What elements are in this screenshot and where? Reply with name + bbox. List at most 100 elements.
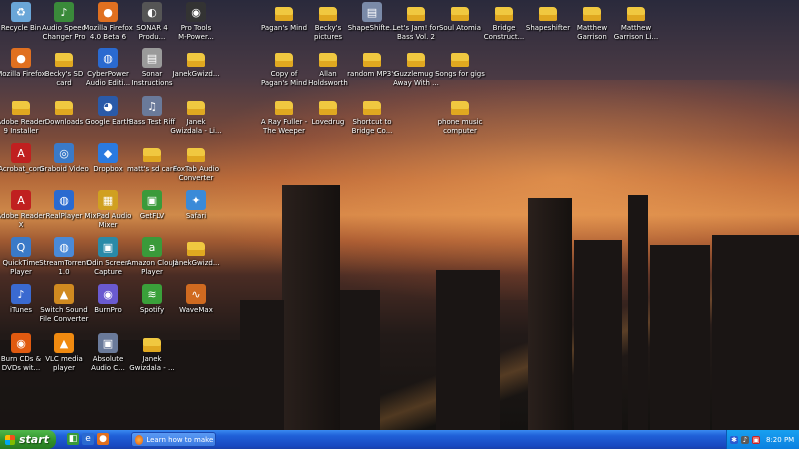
desktop-icon-label: JanekGwizd... <box>172 70 220 78</box>
folder-shape <box>187 147 205 162</box>
folder-icon <box>450 96 470 116</box>
document-icon: ▤ <box>142 48 162 68</box>
folder-shape <box>451 52 469 67</box>
absolute-audio-icon: ▣ <box>98 333 118 353</box>
folder-shape <box>275 52 293 67</box>
desktop-icon[interactable]: FoxTab Audio Converter <box>166 143 226 183</box>
adobe-reader-icon: A <box>11 190 31 210</box>
dropbox-icon: ◆ <box>98 143 118 163</box>
odin-icon: ▣ <box>98 237 118 257</box>
folder-shape <box>143 337 161 352</box>
folder-icon <box>186 96 206 116</box>
desktop-icon[interactable]: Janek Gwizdala - ... <box>122 333 182 373</box>
folder-shape <box>407 6 425 21</box>
desktop-icon-label: Janek Gwizdala - Li... <box>170 118 222 135</box>
getflv-icon: ▣ <box>142 190 162 210</box>
desktop-icon[interactable]: JanekGwizd... <box>166 48 226 79</box>
wallpaper-tower-far <box>628 195 648 430</box>
folder-icon <box>318 48 338 68</box>
desktop-icon[interactable]: Songs for gigs <box>430 48 490 79</box>
internet-explorer-icon[interactable]: e <box>82 433 94 445</box>
desktop-icon-label: Pro Tools M-Power... <box>178 24 214 41</box>
volume-icon[interactable]: ♪ <box>741 435 749 444</box>
folder-shape <box>187 241 205 256</box>
wallpaper-tower-right <box>528 198 572 430</box>
streamtorrent-icon: ◍ <box>54 237 74 257</box>
itunes-icon: ♪ <box>11 284 31 304</box>
firefox-icon: ● <box>98 2 118 22</box>
desktop-icon[interactable]: ✦ Safari <box>166 190 226 221</box>
document-icon: ▤ <box>362 2 382 22</box>
desktop-icon-label: WaveMax <box>179 306 213 314</box>
folder-shape <box>583 6 601 21</box>
wallpaper-building <box>340 290 380 430</box>
switch-icon: ▲ <box>54 284 74 304</box>
folder-shape <box>319 6 337 21</box>
network-icon[interactable]: ▣ <box>752 435 760 444</box>
folder-shape <box>451 6 469 21</box>
desktop-icon[interactable]: Janek Gwizdala - Li... <box>166 96 226 136</box>
desktop-icon[interactable]: phone music computer <box>430 96 490 136</box>
show-desktop-icon[interactable]: ◧ <box>67 433 79 445</box>
vlc-icon: ▲ <box>54 333 74 353</box>
desktop-icon[interactable]: ◉ Pro Tools M-Power... <box>166 2 226 42</box>
folder-icon <box>406 2 426 22</box>
folder-shape <box>627 6 645 21</box>
folder-shape <box>363 52 381 67</box>
spotify-icon: ≋ <box>142 284 162 304</box>
folder-shape <box>55 52 73 67</box>
folder-shape <box>143 147 161 162</box>
desktop-icon-label: Janek Gwizdala - ... <box>129 355 175 372</box>
folder-icon <box>318 96 338 116</box>
burnpro-icon: ◉ <box>98 284 118 304</box>
task-title: Learn how to make a ... <box>146 435 215 444</box>
folder-icon <box>11 96 31 116</box>
folder-shape <box>495 6 513 21</box>
amazon-icon: a <box>142 237 162 257</box>
quicktime-icon: Q <box>11 237 31 257</box>
folder-icon <box>54 48 74 68</box>
firefox-icon: ● <box>11 48 31 68</box>
folder-icon <box>274 96 294 116</box>
desktop-icon-label: Matthew Garrison Li... <box>613 24 659 41</box>
desktop-icon-label: FoxTab Audio Converter <box>173 165 219 182</box>
folder-shape <box>319 52 337 67</box>
folder-icon <box>274 2 294 22</box>
folder-icon <box>494 2 514 22</box>
desktop-icon-label: Songs for gigs <box>435 70 485 78</box>
folder-icon <box>186 48 206 68</box>
desktop-icon[interactable]: JanekGwizd... <box>166 237 226 268</box>
folder-shape <box>55 100 73 115</box>
sonar-icon: ◐ <box>142 2 162 22</box>
system-tray: ✱ ♪ ▣ 8:20 PM <box>726 430 799 449</box>
desktop-icon-label: Shortcut to Bridge Co... <box>351 118 393 135</box>
folder-shape <box>275 6 293 21</box>
desktop-icon[interactable]: Shortcut to Bridge Co... <box>342 96 402 136</box>
folder-shape <box>187 100 205 115</box>
folder-shape <box>319 100 337 115</box>
firefox-icon[interactable]: ● <box>97 433 109 445</box>
wallpaper-tower-main <box>282 185 340 430</box>
acrobat-icon: A <box>11 143 31 163</box>
taskbar-button-firefox[interactable]: Learn how to make a ... <box>131 432 216 447</box>
folder-icon <box>186 237 206 257</box>
clock[interactable]: 8:20 PM <box>766 436 794 444</box>
desktop-icon-label: Safari <box>185 212 207 220</box>
wallpaper-building <box>436 270 500 430</box>
folder-icon <box>406 48 426 68</box>
folder-icon <box>362 48 382 68</box>
folder-icon <box>450 2 470 22</box>
folder-shape <box>451 100 469 115</box>
desktop-icon-label: phone music computer <box>437 118 483 135</box>
globe-icon: ◍ <box>98 48 118 68</box>
folder-icon <box>318 2 338 22</box>
bluetooth-icon[interactable]: ✱ <box>730 435 738 444</box>
mixpad-icon: ▦ <box>98 190 118 210</box>
desktop: ♻ Recycle Bin ♪ Audio Speed Changer Pro ● Moz… <box>0 0 799 430</box>
desktop-icon[interactable]: Matthew Garrison Li... <box>606 2 666 42</box>
folder-shape <box>275 100 293 115</box>
desktop-icon[interactable]: ∿ WaveMax <box>166 284 226 315</box>
folder-shape <box>407 52 425 67</box>
start-button[interactable]: start <box>0 430 56 449</box>
recycle-bin-icon: ♻ <box>11 2 31 22</box>
